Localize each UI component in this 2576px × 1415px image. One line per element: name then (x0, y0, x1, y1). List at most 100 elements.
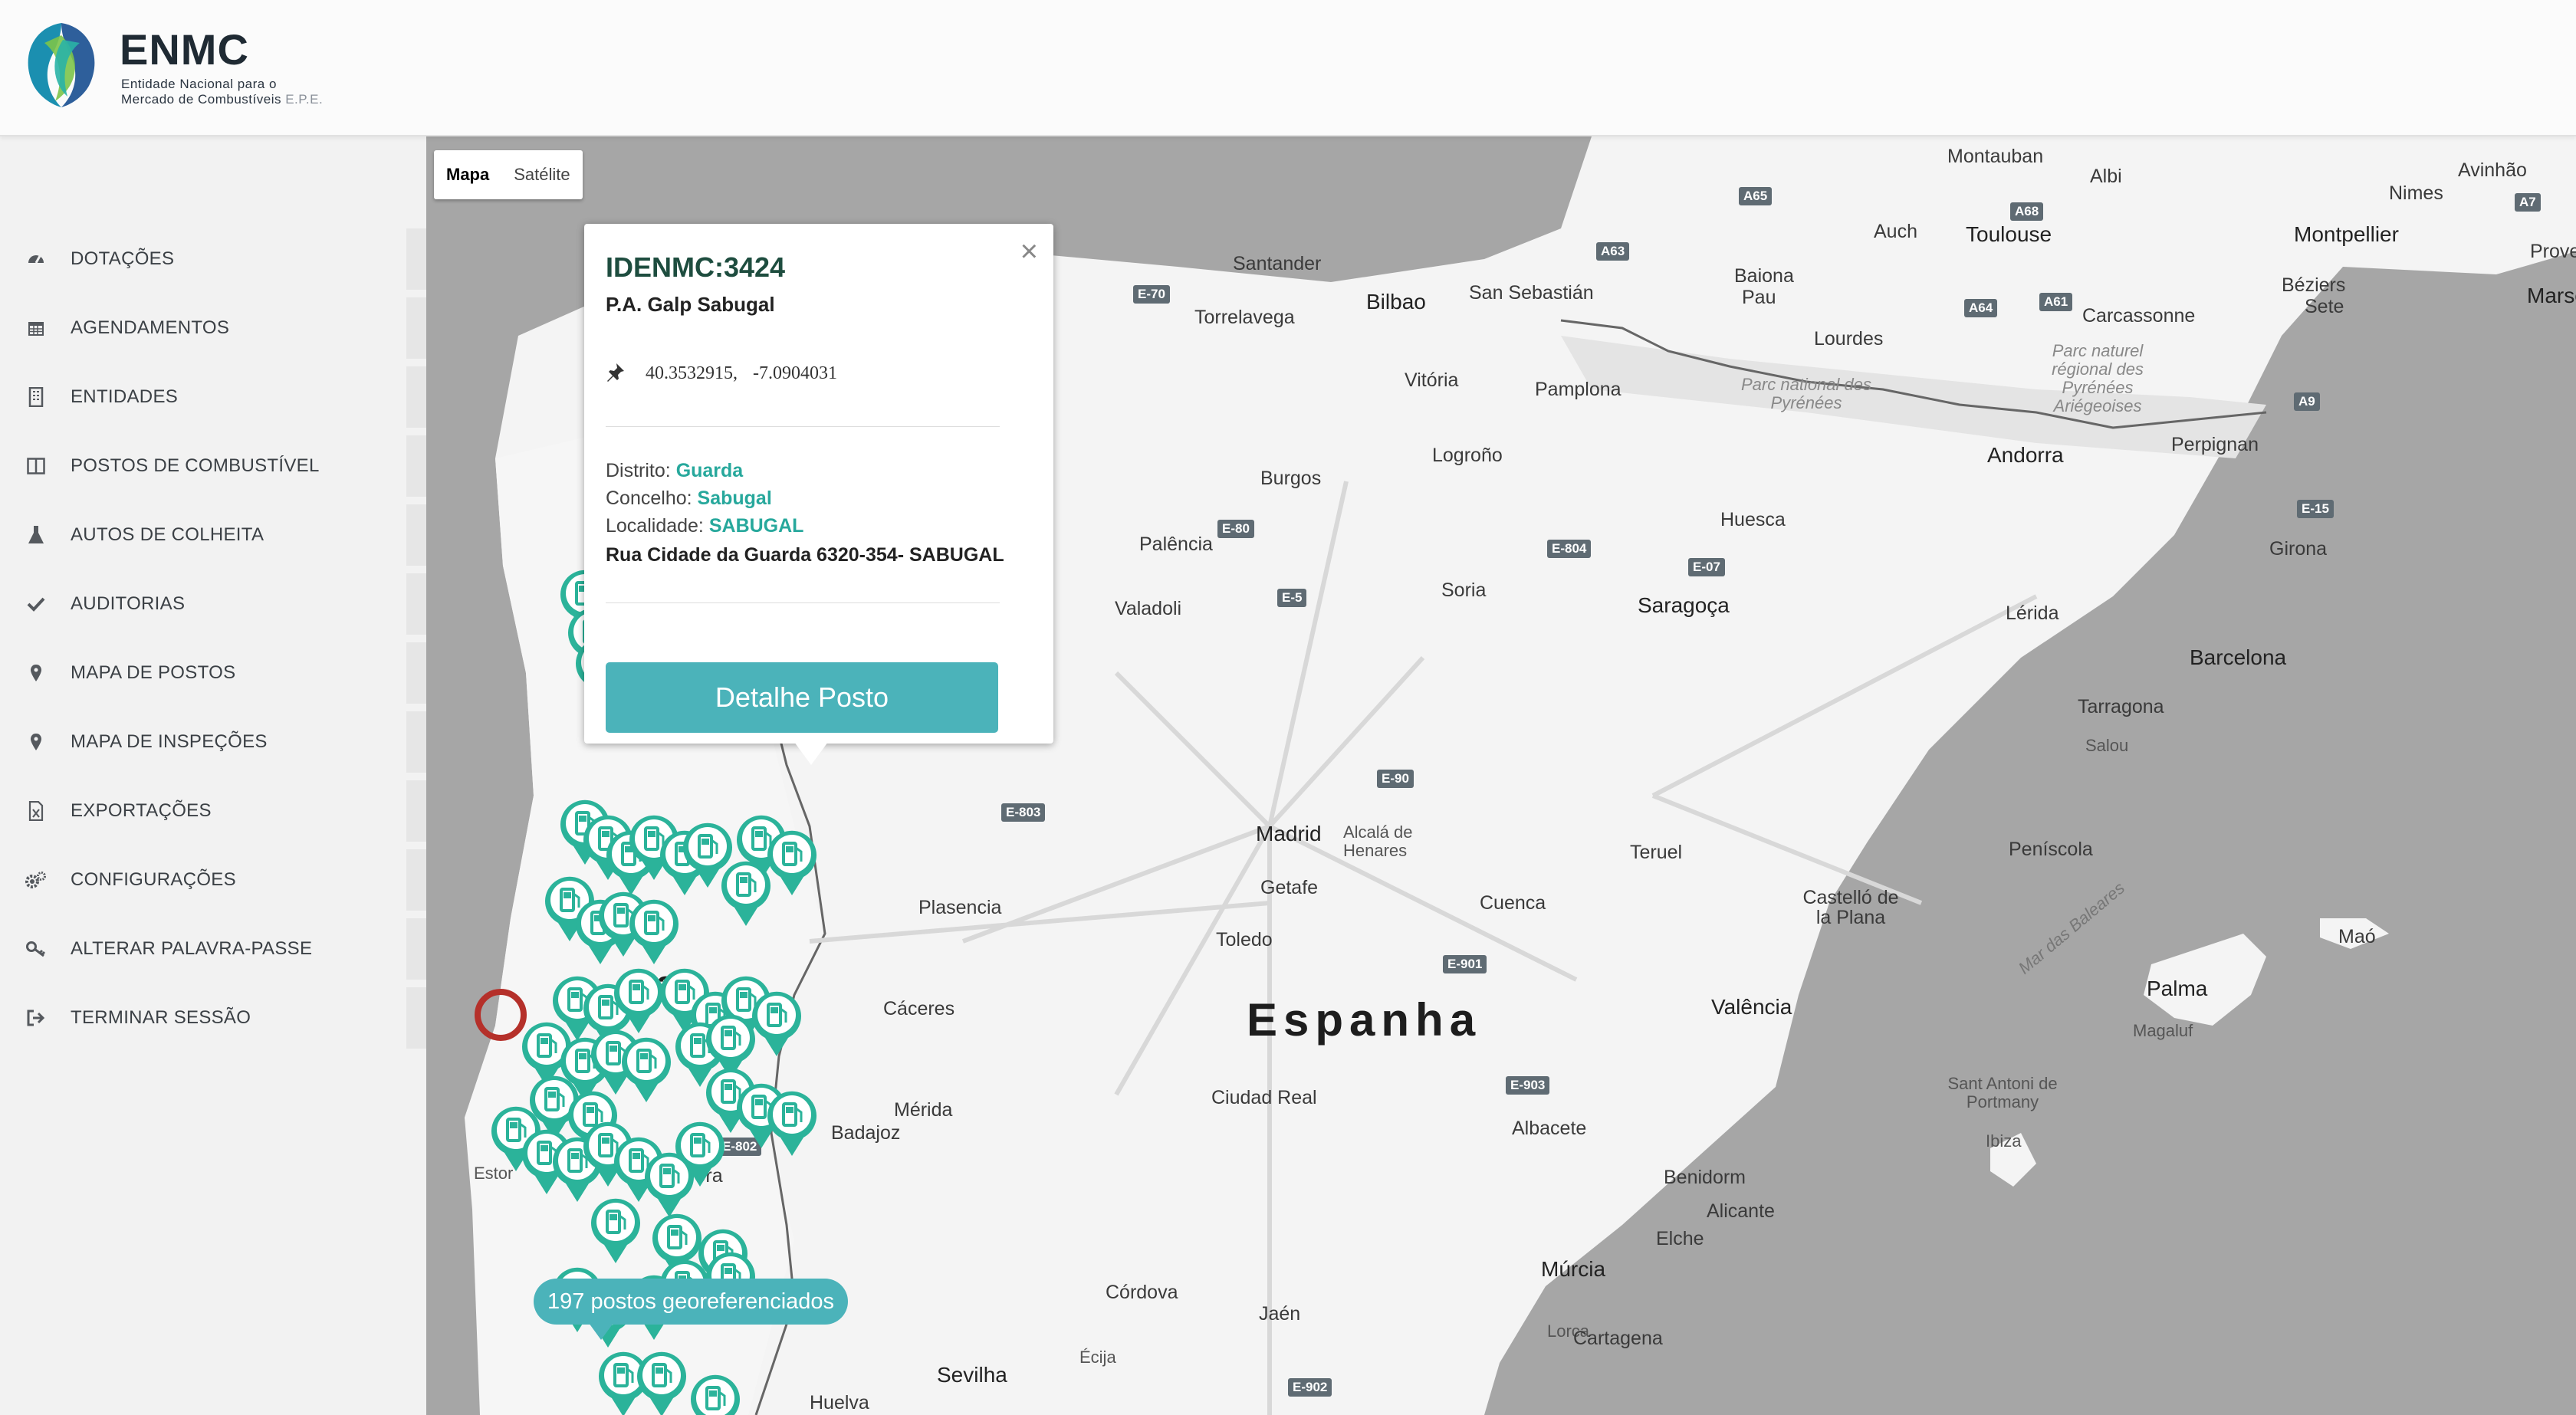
map-road-label: E-804 (1547, 540, 1592, 558)
map-city-label: Múrcia (1541, 1257, 1606, 1281)
sidebar-item-tab (406, 504, 426, 566)
map-city-label: Valência (1711, 995, 1792, 1019)
map-road-label: E-901 (1443, 955, 1487, 973)
concelho-label: Concelho: (606, 488, 692, 509)
sidebar-item-postos-de-combustivel[interactable]: POSTOS DE COMBUSTÍVEL (0, 435, 426, 497)
map-city-label: Béziers (2282, 274, 2346, 296)
close-icon[interactable]: × (1020, 235, 1038, 269)
map-road-label: A63 (1596, 242, 1630, 261)
sidebar-item-auditorias[interactable]: AUDITORIAS (0, 573, 426, 635)
pushpin-icon (606, 362, 626, 387)
station-longitude: -7.0904031 (753, 363, 837, 383)
sidebar-item-entidades[interactable]: ENTIDADES (0, 366, 426, 428)
fuel-station-marker[interactable] (618, 1033, 675, 1104)
map-city-label: Barcelona (2190, 645, 2287, 669)
map-city-label: Avinhão (2458, 159, 2527, 181)
sidebar-item-label: ALTERAR PALAVRA-PASSE (71, 938, 313, 959)
map-city-label: Peníscola (2009, 839, 2093, 860)
sidebar-item-tab (406, 573, 426, 635)
sidebar-item-tab (406, 780, 426, 842)
station-coordinates: 40.3532915, -7.0904031 (646, 363, 837, 384)
app-header: ENMC Entidade Nacional para o Mercado de… (0, 0, 2576, 136)
map-city-label: Córdova (1106, 1282, 1178, 1303)
map-city-label: Girona (2269, 538, 2328, 560)
map-city-label: Plasencia (918, 897, 1002, 918)
map-city-label: Palência (1139, 533, 1213, 555)
sidebar-item-label: TERMINAR SESSÃO (71, 1007, 251, 1028)
sidebar-item-label: EXPORTAÇÕES (71, 800, 212, 821)
map-city-label: Montpellier (2294, 222, 2399, 246)
divider (606, 602, 1000, 603)
map-city-label: Magaluf (2133, 1021, 2193, 1040)
map-city-label: San Sebastián (1469, 282, 1594, 304)
map-city-label: Santander (1233, 253, 1322, 274)
map-type-satellite-button[interactable]: Satélite (501, 150, 582, 199)
map-road-label: E-903 (1506, 1076, 1550, 1095)
map-city-label: Nimes (2389, 182, 2443, 204)
divider (606, 426, 1000, 427)
map-type-control: Mapa Satélite (434, 150, 583, 199)
sidebar-item-tab (406, 711, 426, 773)
map-city-label: Huesca (1720, 509, 1786, 530)
map-city-label: Logroño (1432, 445, 1503, 466)
map-road-label: A61 (2039, 293, 2073, 311)
dashboard-icon (25, 248, 48, 271)
station-name: P.A. Galp Sabugal (606, 293, 775, 316)
map-road-label: E-70 (1133, 285, 1170, 304)
map-city-label: Palma (2147, 977, 2208, 1000)
map-city-label: Saragoça (1638, 593, 1730, 617)
sidebar-item-mapa-de-inspecoes[interactable]: MAPA DE INSPEÇÕES (0, 711, 426, 773)
fuel-station-marker[interactable] (587, 1194, 644, 1265)
sidebar-item-terminar-sessao[interactable]: TERMINAR SESSÃO (0, 987, 426, 1049)
calendar-icon (25, 317, 48, 340)
sidebar-item-autos-de-colheita[interactable]: AUTOS DE COLHEITA (0, 504, 426, 566)
map-city-label: Cartagena (1573, 1328, 1663, 1349)
map-city-label: Sete (2305, 296, 2344, 317)
sidebar-item-label: AUDITORIAS (71, 593, 186, 614)
map-city-label: Vitória (1405, 369, 1459, 391)
map-city-label: Jaén (1259, 1303, 1301, 1325)
sidebar-item-exportacoes[interactable]: EXPORTAÇÕES (0, 780, 426, 842)
sidebar-item-tab (406, 297, 426, 359)
sidebar-item-mapa-de-postos[interactable]: MAPA DE POSTOS (0, 642, 426, 704)
fuel-station-marker[interactable] (633, 1348, 690, 1415)
map-marker-icon (25, 730, 48, 753)
map-road-label: E-5 (1277, 589, 1307, 607)
sidebar-item-tab (406, 849, 426, 911)
map-city-label: Pamplona (1535, 379, 1622, 400)
station-localidade: Localidade: SABUGAL (606, 515, 803, 537)
sidebar-item-label: MAPA DE INSPEÇÕES (71, 731, 268, 752)
sidebar-item-tab (406, 435, 426, 497)
fuel-station-marker[interactable] (687, 1371, 744, 1415)
sidebar-item-configuracoes[interactable]: CONFIGURAÇÕES (0, 849, 426, 911)
fuel-station-marker[interactable] (641, 1148, 698, 1219)
map-city-label: Torrelavega (1194, 307, 1295, 328)
map-park-label: Parc naturel régional des Pyrénées Ariég… (2052, 341, 2144, 415)
map-city-label: Valadoli (1115, 598, 1182, 619)
map-city-label: Toledo (1216, 929, 1273, 950)
localidade-value: SABUGAL (708, 515, 804, 537)
map-road-label: A65 (1739, 187, 1773, 205)
map-city-label: Huelva (810, 1392, 869, 1413)
map-city-label: Bilbao (1366, 290, 1426, 314)
sidebar-item-tab (406, 642, 426, 704)
map-type-map-button[interactable]: Mapa (434, 150, 501, 199)
sidebar-item-alterar-palavra-passe[interactable]: ALTERAR PALAVRA-PASSE (0, 918, 426, 980)
map-city-label: Alcalá de Henares (1343, 822, 1413, 860)
map-city-label: Cáceres (883, 998, 955, 1019)
station-detail-button[interactable]: Detalhe Posto (606, 662, 998, 733)
map-city-label: Burgos (1260, 468, 1322, 489)
map-city-label: Soria (1441, 579, 1487, 601)
sidebar-item-agendamentos[interactable]: AGENDAMENTOS (0, 297, 426, 359)
fuel-station-marker[interactable] (764, 1087, 820, 1157)
sidebar-item-label: ENTIDADES (71, 386, 179, 407)
sidebar-item-label: DOTAÇÕES (71, 248, 175, 269)
fuel-station-marker[interactable] (718, 857, 774, 927)
flask-icon (25, 524, 48, 547)
map-road-label: E-803 (1001, 803, 1046, 822)
fuel-station-marker[interactable] (626, 895, 682, 966)
map-city-label: Teruel (1630, 842, 1683, 863)
sidebar-item-label: CONFIGURAÇÕES (71, 869, 236, 890)
sidebar-item-dotacoes[interactable]: DOTAÇÕES (0, 228, 426, 290)
map-city-label: Getafe (1260, 877, 1319, 898)
